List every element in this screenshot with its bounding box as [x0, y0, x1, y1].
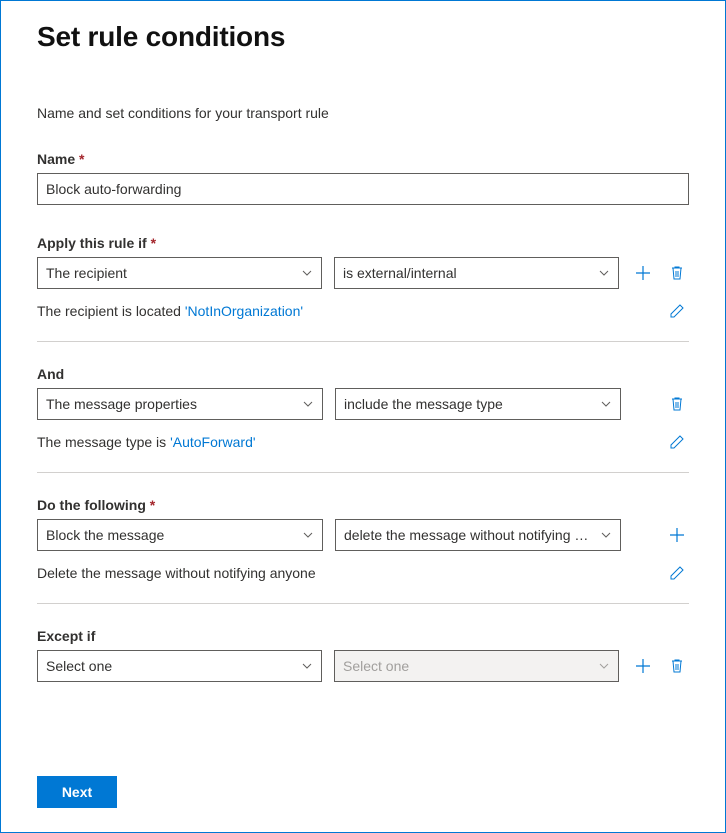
- do-select-option-text: delete the message without notifying …: [344, 527, 588, 543]
- and-select-subject[interactable]: The message properties: [37, 388, 323, 420]
- name-label-text: Name: [37, 151, 75, 167]
- apply-section: Apply this rule if * The recipient is ex…: [37, 235, 689, 342]
- name-input[interactable]: [37, 173, 689, 205]
- delete-condition-button[interactable]: [665, 261, 689, 285]
- apply-label: Apply this rule if *: [37, 235, 689, 251]
- and-label: And: [37, 366, 689, 382]
- chevron-down-icon: [598, 660, 610, 672]
- required-asterisk: *: [79, 151, 84, 167]
- chevron-down-icon: [302, 398, 314, 410]
- and-summary: The message type is 'AutoForward': [37, 434, 256, 450]
- edit-do-button[interactable]: [665, 561, 689, 585]
- delete-exception-button[interactable]: [665, 654, 689, 678]
- except-select-predicate[interactable]: Select one: [334, 650, 619, 682]
- required-asterisk: *: [150, 497, 155, 513]
- apply-summary-value: 'NotInOrganization': [185, 303, 303, 319]
- except-label: Except if: [37, 628, 689, 644]
- except-select-subject[interactable]: Select one: [37, 650, 322, 682]
- chevron-down-icon: [600, 398, 612, 410]
- except-select-subject-text: Select one: [46, 658, 112, 674]
- apply-select-subject-text: The recipient: [46, 265, 127, 281]
- apply-summary: The recipient is located 'NotInOrganizat…: [37, 303, 303, 319]
- next-button[interactable]: Next: [37, 776, 117, 808]
- except-section: Except if Select one Select one: [37, 628, 689, 682]
- name-label: Name *: [37, 151, 689, 167]
- chevron-down-icon: [600, 529, 612, 541]
- and-section: And The message properties include the m…: [37, 366, 689, 473]
- edit-and-button[interactable]: [665, 430, 689, 454]
- footer: Next: [37, 776, 117, 808]
- and-summary-prefix: The message type is: [37, 434, 170, 450]
- do-select-action[interactable]: Block the message: [37, 519, 323, 551]
- and-summary-value: 'AutoForward': [170, 434, 256, 450]
- page-title: Set rule conditions: [37, 21, 689, 53]
- apply-select-predicate[interactable]: is external/internal: [334, 257, 619, 289]
- apply-summary-prefix: The recipient is located: [37, 303, 185, 319]
- panel: Set rule conditions Name and set conditi…: [0, 0, 726, 833]
- do-select-action-text: Block the message: [46, 527, 164, 543]
- chevron-down-icon: [301, 660, 313, 672]
- apply-select-subject[interactable]: The recipient: [37, 257, 322, 289]
- do-label-text: Do the following: [37, 497, 146, 513]
- edit-apply-button[interactable]: [665, 299, 689, 323]
- name-section: Name *: [37, 151, 689, 205]
- chevron-down-icon: [301, 267, 313, 279]
- chevron-down-icon: [598, 267, 610, 279]
- add-exception-button[interactable]: [631, 654, 655, 678]
- add-action-button[interactable]: [665, 523, 689, 547]
- do-label: Do the following *: [37, 497, 689, 513]
- apply-select-predicate-text: is external/internal: [343, 265, 457, 281]
- apply-label-text: Apply this rule if: [37, 235, 147, 251]
- delete-and-button[interactable]: [665, 392, 689, 416]
- except-select-predicate-text: Select one: [343, 658, 409, 674]
- and-select-predicate-text: include the message type: [344, 396, 503, 412]
- do-select-option[interactable]: delete the message without notifying …: [335, 519, 621, 551]
- add-condition-button[interactable]: [631, 261, 655, 285]
- page-subtitle: Name and set conditions for your transpo…: [37, 105, 689, 121]
- do-summary: Delete the message without notifying any…: [37, 565, 316, 581]
- chevron-down-icon: [302, 529, 314, 541]
- and-select-predicate[interactable]: include the message type: [335, 388, 621, 420]
- do-section: Do the following * Block the message del…: [37, 497, 689, 604]
- and-select-subject-text: The message properties: [46, 396, 197, 412]
- required-asterisk: *: [151, 235, 156, 251]
